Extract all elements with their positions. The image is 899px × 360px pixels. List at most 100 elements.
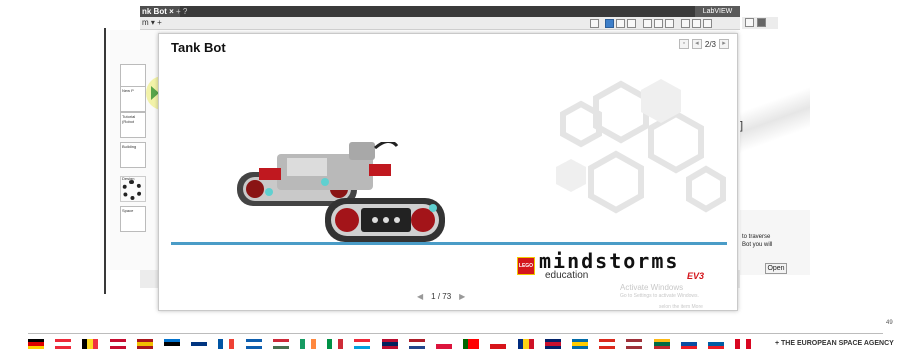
- list-icon[interactable]: [627, 19, 636, 28]
- lobby-panel: New P Tutorial (Robot Building Design Sp…: [110, 30, 160, 270]
- red-beam-left: [259, 168, 281, 180]
- flag-luxembourg: [354, 339, 370, 349]
- app-title-bar: [140, 6, 740, 17]
- flag-slovakia: [681, 339, 697, 349]
- watermark-subtitle: Go to Settings to activate Windows.: [620, 293, 699, 299]
- flag-norway: [382, 339, 398, 349]
- red-beam-right: [369, 164, 391, 176]
- brand-name: mindstorms: [539, 249, 680, 273]
- flag-italy: [327, 339, 343, 349]
- panel-icon[interactable]: [757, 18, 766, 27]
- front-wheel-left: [335, 208, 359, 232]
- building-thumbnail[interactable]: Building: [120, 142, 146, 168]
- agency-label: + THE EUROPEAN SPACE AGENCY: [775, 340, 894, 347]
- flag-france: [218, 339, 234, 349]
- dialog-title: Tank Bot: [171, 40, 226, 55]
- new-project-thumbnail[interactable]: New P: [120, 86, 146, 112]
- flag-romania: [518, 339, 534, 349]
- backdrop-stripe: [740, 30, 810, 210]
- dialog-navigation: ▫ ◂ 2/3 ▸: [678, 39, 729, 49]
- next-page-icon[interactable]: ▸: [719, 39, 729, 49]
- watermark-extra: selon the item More: [659, 304, 703, 310]
- brick-screen: [287, 158, 327, 176]
- zoom-fit-icon[interactable]: [703, 19, 712, 28]
- flag-estonia: [164, 339, 180, 349]
- zoom-in-icon[interactable]: [681, 19, 690, 28]
- footer-divider: [28, 333, 883, 334]
- edit-icon[interactable]: [745, 18, 754, 27]
- help-icon[interactable]: ?: [183, 7, 187, 16]
- tutorial-thumbnail[interactable]: Tutorial (Robot: [120, 112, 146, 138]
- description-line-1: to traverse: [742, 234, 771, 240]
- flag-switzerland: [599, 339, 615, 349]
- doc-icon[interactable]: [590, 19, 599, 28]
- tab-close-icon[interactable]: ×: [169, 7, 174, 16]
- tab-actions: + ?: [176, 6, 187, 17]
- motor-hole-1: [372, 217, 378, 223]
- lego-logo: LEGO: [517, 257, 535, 275]
- flag-greece: [246, 339, 262, 349]
- flag-ireland: [300, 339, 316, 349]
- project-tab[interactable]: nk Bot ×: [140, 6, 180, 17]
- redo-icon[interactable]: [665, 19, 674, 28]
- rear-wheel-left: [246, 180, 264, 198]
- flag-hungary: [273, 339, 289, 349]
- page-icon[interactable]: [616, 19, 625, 28]
- mindstorms-brand: LEGO mindstorms education EV3: [517, 249, 729, 282]
- brand-subtitle: education: [545, 270, 589, 281]
- app-toolbar: m ▾ +: [140, 17, 740, 30]
- right-toolbar: [742, 17, 778, 29]
- pointer-tool-icon[interactable]: [605, 19, 614, 28]
- project-tab-label: nk Bot: [142, 7, 167, 16]
- flag-portugal: [463, 339, 479, 349]
- flag-denmark: [110, 339, 126, 349]
- flag-sweden: [572, 339, 588, 349]
- slide-pager: ◀ 1 / 73 ▶: [417, 292, 465, 301]
- flag-slovenia: [708, 339, 724, 349]
- robot-preview-dialog: Tank Bot ▫ ◂ 2/3 ▸ LEGO mindstorms educa…: [158, 33, 738, 311]
- next-slide-icon[interactable]: ▶: [459, 292, 465, 301]
- flag-lithuania: [654, 339, 670, 349]
- open-button[interactable]: Open: [765, 263, 787, 274]
- teal-connector-right: [429, 204, 437, 212]
- flag-netherlands: [409, 339, 425, 349]
- bracket-glyph: ]: [740, 120, 744, 132]
- design-thumbnail[interactable]: Design: [120, 176, 146, 202]
- motor-hole-3: [394, 217, 400, 223]
- first-page-icon[interactable]: ▫: [678, 39, 689, 49]
- teal-connector-center: [321, 178, 329, 186]
- flag-latvia: [626, 339, 642, 349]
- ev3-badge: EV3: [687, 271, 705, 281]
- flag-germany: [28, 339, 44, 349]
- previous-slide-icon[interactable]: ◀: [417, 292, 423, 301]
- page-indicator: 2/3: [704, 39, 716, 49]
- zoom-out-icon[interactable]: [692, 19, 701, 28]
- save-icon[interactable]: [643, 19, 652, 28]
- undo-icon[interactable]: [654, 19, 663, 28]
- slide-page-number: 49: [886, 320, 893, 326]
- activation-watermark: Activate Windows Go to Settings to activ…: [620, 283, 699, 299]
- description-line-2: Bot you will: [742, 242, 773, 248]
- flag-canada: [735, 339, 751, 349]
- space-thumbnail[interactable]: Space: [120, 206, 146, 232]
- flag-spain: [137, 339, 153, 349]
- flag-belgium: [82, 339, 98, 349]
- sensor: [349, 142, 375, 160]
- teal-connector-left: [265, 188, 273, 196]
- flag-czech-republic: [490, 339, 506, 349]
- flag-austria: [55, 339, 71, 349]
- watermark-title: Activate Windows: [620, 283, 684, 292]
- flag-poland: [436, 339, 452, 349]
- divider-line: [171, 242, 727, 245]
- presentation-slide: nk Bot × + ? LabVIEW m ▾ + New P Tutoria…: [0, 0, 899, 360]
- hexagon-pattern: [556, 79, 726, 214]
- previous-page-icon[interactable]: ◂: [691, 39, 702, 49]
- add-tab-icon[interactable]: +: [176, 7, 181, 16]
- labview-button[interactable]: LabVIEW: [695, 6, 740, 17]
- flag-finland: [191, 339, 207, 349]
- motor-hole-2: [383, 217, 389, 223]
- tank-bot-model: [237, 142, 445, 242]
- cable: [374, 142, 399, 150]
- slide-counter: 1 / 73: [431, 292, 452, 301]
- window-edge: [104, 28, 106, 294]
